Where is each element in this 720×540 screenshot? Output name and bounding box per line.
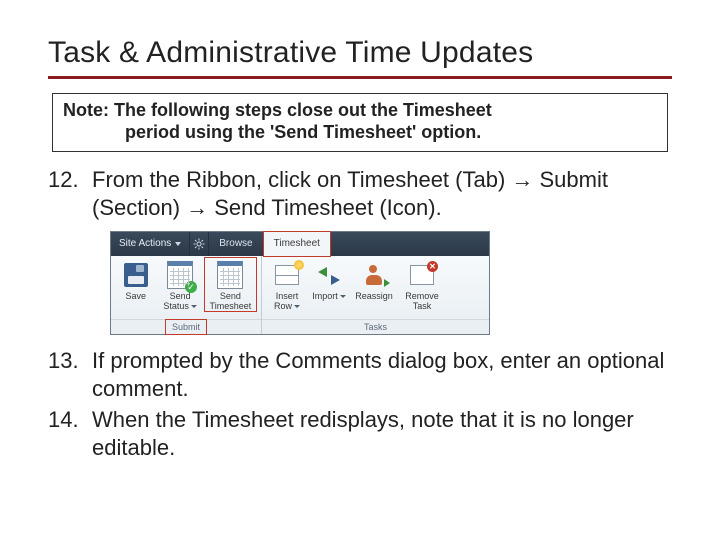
note-line1-rest: The following steps close out the Timesh… bbox=[109, 100, 492, 120]
insert-row-button[interactable]: Insert Row bbox=[266, 258, 308, 311]
tab-timesheet-label: Timesheet bbox=[274, 238, 320, 251]
save-label: Save bbox=[125, 292, 146, 301]
step-text: From the Ribbon, click on Timesheet (Tab… bbox=[92, 166, 672, 221]
gear-icon bbox=[193, 238, 205, 250]
save-button[interactable]: Save bbox=[115, 258, 156, 301]
import-button[interactable]: Import bbox=[308, 258, 350, 301]
note-line-2: period using the 'Send Timesheet' option… bbox=[63, 122, 657, 144]
reassign-icon bbox=[359, 260, 389, 290]
calendar-send-icon bbox=[215, 260, 245, 290]
ribbon-screenshot: Site Actions Browse Timesheet bbox=[110, 231, 672, 335]
dropdown-icon bbox=[340, 295, 346, 298]
step-13: 13. If prompted by the Comments dialog b… bbox=[48, 347, 672, 402]
tab-browse-label: Browse bbox=[219, 238, 252, 251]
ribbon-tab-row: Site Actions Browse Timesheet bbox=[111, 232, 489, 256]
reassign-button[interactable]: Reassign bbox=[350, 258, 398, 301]
dropdown-icon bbox=[175, 242, 181, 246]
step-14: 14. When the Timesheet redisplays, note … bbox=[48, 406, 672, 461]
floppy-icon bbox=[121, 260, 151, 290]
step-text: If prompted by the Comments dialog box, … bbox=[92, 347, 672, 402]
note-prefix: Note: bbox=[63, 100, 109, 120]
dropdown-icon bbox=[294, 305, 300, 308]
remove-task-label: Remove Task bbox=[405, 292, 439, 311]
send-timesheet-button[interactable]: Send Timesheet bbox=[204, 258, 257, 311]
ribbon-body: Save ✓ Send Status Send Timesheet bbox=[111, 256, 489, 334]
step-number: 14. bbox=[48, 406, 92, 461]
page-title: Task & Administrative Time Updates bbox=[48, 36, 672, 79]
insert-row-label: Insert Row bbox=[274, 292, 300, 311]
group-submit-title: Submit bbox=[111, 319, 261, 334]
note-box: Note: The following steps close out the … bbox=[52, 93, 668, 152]
step-number: 13. bbox=[48, 347, 92, 402]
dropdown-icon bbox=[191, 305, 197, 308]
step-text: When the Timesheet redisplays, note that… bbox=[92, 406, 672, 461]
send-timesheet-label: Send Timesheet bbox=[210, 292, 252, 311]
remove-task-button[interactable]: ✕ Remove Task bbox=[398, 258, 446, 311]
ribbon: Site Actions Browse Timesheet bbox=[110, 231, 490, 335]
remove-task-icon: ✕ bbox=[407, 260, 437, 290]
group-tasks-title: Tasks bbox=[262, 319, 489, 334]
group-tasks: Insert Row Import Reassign ✕ bbox=[262, 256, 489, 334]
send-status-label: Send Status bbox=[163, 292, 197, 311]
slide: Task & Administrative Time Updates Note:… bbox=[0, 0, 720, 540]
site-actions-menu[interactable]: Site Actions bbox=[111, 232, 190, 256]
reassign-label: Reassign bbox=[355, 292, 393, 301]
site-actions-label: Site Actions bbox=[119, 238, 171, 251]
import-icon bbox=[314, 260, 344, 290]
import-label: Import bbox=[312, 292, 346, 301]
tab-browse[interactable]: Browse bbox=[209, 232, 262, 256]
note-line-1: Note: The following steps close out the … bbox=[63, 100, 492, 120]
group-tasks-buttons: Insert Row Import Reassign ✕ bbox=[262, 256, 489, 319]
tab-timesheet[interactable]: Timesheet bbox=[263, 232, 331, 256]
group-submit-title-label: Submit bbox=[172, 322, 200, 332]
step-12: 12. From the Ribbon, click on Timesheet … bbox=[48, 166, 672, 221]
group-submit: Save ✓ Send Status Send Timesheet bbox=[111, 256, 262, 334]
step-number: 12. bbox=[48, 166, 92, 221]
site-settings-button[interactable] bbox=[190, 232, 209, 256]
send-status-button[interactable]: ✓ Send Status bbox=[156, 258, 203, 311]
group-submit-buttons: Save ✓ Send Status Send Timesheet bbox=[111, 256, 261, 319]
insert-row-icon bbox=[272, 260, 302, 290]
calendar-check-icon: ✓ bbox=[165, 260, 195, 290]
steps-list: 12. From the Ribbon, click on Timesheet … bbox=[48, 166, 672, 461]
